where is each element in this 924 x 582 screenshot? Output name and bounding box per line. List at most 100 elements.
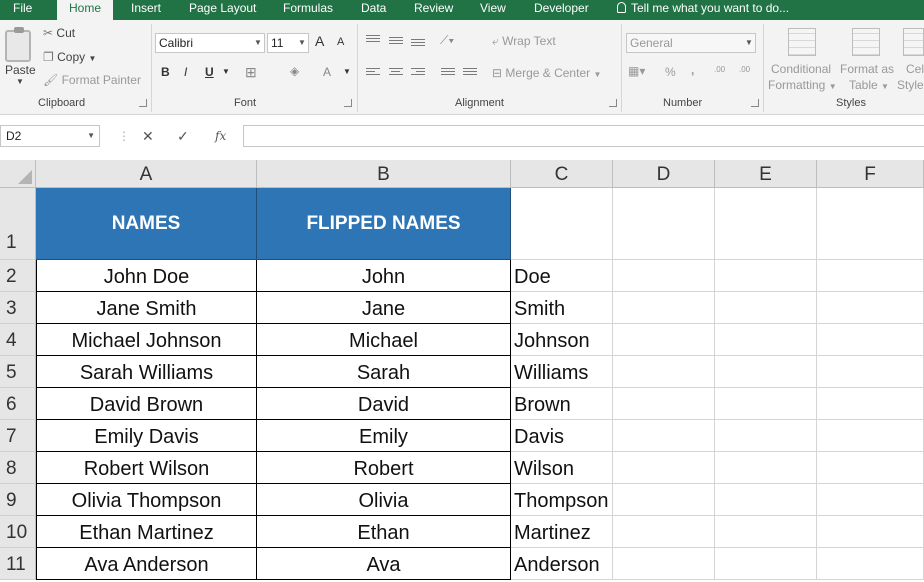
cell-name[interactable]: Ava Anderson (36, 548, 257, 580)
cell-e[interactable] (715, 260, 817, 292)
cell-flipped-first[interactable]: Robert (257, 452, 511, 484)
clipboard-launcher-icon[interactable] (139, 99, 147, 107)
cell-name[interactable]: Robert Wilson (36, 452, 257, 484)
cell-flipped-first[interactable]: Michael (257, 324, 511, 356)
cell-name[interactable]: David Brown (36, 388, 257, 420)
row-header-4[interactable]: 4 (0, 324, 36, 356)
cell-flipped-last[interactable]: Thompson (511, 484, 613, 516)
cell-c1[interactable] (511, 188, 613, 260)
cell-flipped-last[interactable]: Martinez (511, 516, 613, 548)
copy-button[interactable]: ❐ Copy ▼ (43, 50, 96, 64)
cell-d[interactable] (613, 324, 715, 356)
row-header-8[interactable]: 8 (0, 452, 36, 484)
select-all-button[interactable] (0, 160, 36, 188)
cell-f[interactable] (817, 356, 924, 388)
row-header-1[interactable]: 1 (0, 188, 36, 260)
cell-name[interactable]: Sarah Williams (36, 356, 257, 388)
cell-e[interactable] (715, 516, 817, 548)
column-header-e[interactable]: E (715, 160, 817, 188)
name-box[interactable]: D2 ▼ (0, 125, 100, 147)
tab-view[interactable]: View (480, 0, 506, 20)
font-name-select[interactable]: Calibri ▼ (155, 33, 265, 53)
formula-input[interactable] (243, 125, 924, 147)
font-color-dropdown-icon[interactable]: ▼ (343, 67, 351, 76)
increase-decimal-button[interactable]: .00 (714, 65, 725, 74)
cell-name[interactable]: Jane Smith (36, 292, 257, 324)
cell-flipped-first[interactable]: Sarah (257, 356, 511, 388)
cell-styles-icon[interactable] (903, 28, 924, 56)
cell-d[interactable] (613, 260, 715, 292)
shrink-font-button[interactable]: A (337, 36, 344, 48)
cell-flipped-last[interactable]: Smith (511, 292, 613, 324)
orientation-icon[interactable]: ⟋▾ (440, 33, 454, 48)
italic-button[interactable]: I (184, 65, 187, 79)
cell-e[interactable] (715, 420, 817, 452)
cell-f[interactable] (817, 388, 924, 420)
row-header-11[interactable]: 11 (0, 548, 36, 580)
cell-flipped-last[interactable]: Williams (511, 356, 613, 388)
percent-button[interactable]: % (665, 65, 676, 79)
cell-flipped-last[interactable]: Davis (511, 420, 613, 452)
cell-e[interactable] (715, 356, 817, 388)
cell-flipped-last[interactable]: Wilson (511, 452, 613, 484)
row-header-9[interactable]: 9 (0, 484, 36, 516)
tab-review[interactable]: Review (414, 0, 453, 20)
cell-f[interactable] (817, 548, 924, 580)
number-launcher-icon[interactable] (751, 99, 759, 107)
tab-file[interactable]: File (13, 0, 32, 20)
paste-icon[interactable] (5, 27, 31, 62)
insert-function-button[interactable]: fx (215, 125, 226, 147)
cell-f[interactable] (817, 484, 924, 516)
cell-d[interactable] (613, 452, 715, 484)
increase-indent-icon[interactable] (463, 68, 477, 79)
cell-flipped-first[interactable]: Ava (257, 548, 511, 580)
cell-e[interactable] (715, 388, 817, 420)
cell-e[interactable] (715, 484, 817, 516)
font-color-button[interactable]: A (323, 65, 331, 79)
comma-button[interactable]: , (691, 63, 694, 77)
cell-name[interactable]: Olivia Thompson (36, 484, 257, 516)
cut-button[interactable]: ✂ Cut (43, 26, 75, 40)
cell-e[interactable] (715, 452, 817, 484)
tab-formulas[interactable]: Formulas (283, 0, 333, 20)
tab-developer[interactable]: Developer (534, 0, 589, 20)
column-header-c[interactable]: C (511, 160, 613, 188)
row-header-3[interactable]: 3 (0, 292, 36, 324)
cell-f1[interactable] (817, 188, 924, 260)
alignment-launcher-icon[interactable] (609, 99, 617, 107)
cell-d1[interactable] (613, 188, 715, 260)
bottom-align-icon[interactable] (411, 39, 425, 50)
cell-f[interactable] (817, 452, 924, 484)
cell-f[interactable] (817, 516, 924, 548)
format-as-table-icon[interactable] (852, 28, 880, 56)
font-launcher-icon[interactable] (344, 99, 352, 107)
cell-d[interactable] (613, 484, 715, 516)
cell-flipped-last[interactable]: Brown (511, 388, 613, 420)
conditional-formatting-icon[interactable] (788, 28, 816, 56)
format-painter-button[interactable]: 🖌 Format Painter (43, 73, 141, 87)
tab-insert[interactable]: Insert (131, 0, 161, 20)
column-header-b[interactable]: B (257, 160, 511, 188)
cell-d[interactable] (613, 516, 715, 548)
paste-dropdown-icon[interactable]: ▼ (16, 77, 24, 86)
column-header-f[interactable]: F (817, 160, 924, 188)
cell-flipped-last[interactable]: Johnson (511, 324, 613, 356)
align-right-icon[interactable] (411, 68, 425, 79)
cell-d[interactable] (613, 356, 715, 388)
cell-f[interactable] (817, 324, 924, 356)
middle-align-icon[interactable] (389, 37, 403, 48)
accounting-format-icon[interactable]: ▦▾ (628, 64, 645, 78)
cell-f[interactable] (817, 420, 924, 452)
cell-f[interactable] (817, 292, 924, 324)
cell-styles-label-2[interactable]: Styles (897, 78, 924, 92)
cell-e1[interactable] (715, 188, 817, 260)
cancel-button[interactable]: ✕ (142, 125, 154, 147)
tab-home[interactable]: Home (57, 0, 114, 20)
cell-flipped-last[interactable]: Anderson (511, 548, 613, 580)
cell-flipped-first[interactable]: Ethan (257, 516, 511, 548)
decrease-indent-icon[interactable] (441, 68, 455, 79)
cell-e[interactable] (715, 324, 817, 356)
row-header-5[interactable]: 5 (0, 356, 36, 388)
row-header-7[interactable]: 7 (0, 420, 36, 452)
cell-d[interactable] (613, 292, 715, 324)
